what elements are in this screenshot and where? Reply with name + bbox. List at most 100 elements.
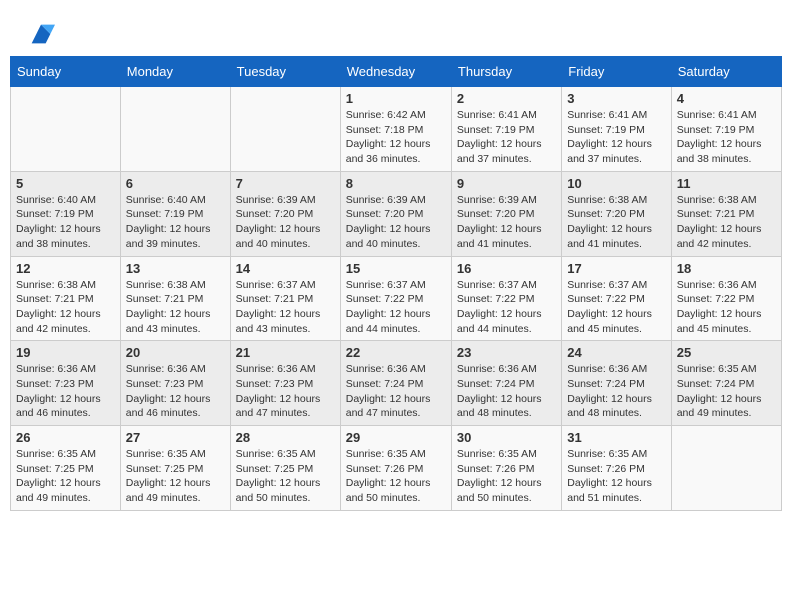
day-info: Sunrise: 6:41 AM Sunset: 7:19 PM Dayligh…: [677, 108, 776, 167]
calendar-cell: 27 Sunrise: 6:35 AM Sunset: 7:25 PM Dayli…: [120, 426, 230, 511]
calendar-cell: 23Sunrise: 6:36 AM Sunset: 7:24 PM Dayli…: [451, 341, 561, 426]
day-info: Sunrise: 6:36 AM Sunset: 7:24 PM Dayligh…: [346, 362, 446, 421]
calendar-week-row: 19Sunrise: 6:36 AM Sunset: 7:23 PM Dayli…: [11, 341, 782, 426]
calendar-cell: 8Sunrise: 6:39 AM Sunset: 7:20 PM Daylig…: [340, 171, 451, 256]
calendar-cell: 15 Sunrise: 6:37 AM Sunset: 7:22 PM Dayli…: [340, 256, 451, 341]
header-cell-thursday: Thursday: [451, 57, 561, 87]
header-cell-monday: Monday: [120, 57, 230, 87]
day-info: Sunrise: 6:40 AM Sunset: 7:19 PM Dayligh…: [126, 193, 225, 252]
day-number: 25: [677, 345, 776, 360]
calendar-cell: 3 Sunrise: 6:41 AM Sunset: 7:19 PM Daylig…: [562, 87, 671, 172]
calendar-cell: 19Sunrise: 6:36 AM Sunset: 7:23 PM Dayli…: [11, 341, 121, 426]
day-info: Sunrise: 6:37 AM Sunset: 7:22 PM Dayligh…: [346, 278, 446, 337]
day-number: 6: [126, 176, 225, 191]
day-number: 11: [677, 176, 776, 191]
calendar-cell: 6 Sunrise: 6:40 AM Sunset: 7:19 PM Daylig…: [120, 171, 230, 256]
day-number: 8: [346, 176, 446, 191]
calendar-cell: 30 Sunrise: 6:35 AM Sunset: 7:26 PM Dayli…: [451, 426, 561, 511]
day-number: 2: [457, 91, 556, 106]
day-info: Sunrise: 6:38 AM Sunset: 7:21 PM Dayligh…: [677, 193, 776, 252]
day-info: Sunrise: 6:36 AM Sunset: 7:23 PM Dayligh…: [236, 362, 335, 421]
calendar-table: SundayMondayTuesdayWednesdayThursdayFrid…: [10, 56, 782, 511]
header-cell-saturday: Saturday: [671, 57, 781, 87]
calendar-cell: 1 Sunrise: 6:42 AM Sunset: 7:18 PM Daylig…: [340, 87, 451, 172]
day-number: 24: [567, 345, 665, 360]
day-info: Sunrise: 6:37 AM Sunset: 7:22 PM Dayligh…: [567, 278, 665, 337]
day-info: Sunrise: 6:35 AM Sunset: 7:25 PM Dayligh…: [126, 447, 225, 506]
calendar-week-row: 5 Sunrise: 6:40 AM Sunset: 7:19 PM Daylig…: [11, 171, 782, 256]
day-number: 10: [567, 176, 665, 191]
day-info: Sunrise: 6:35 AM Sunset: 7:25 PM Dayligh…: [236, 447, 335, 506]
calendar-cell: 17 Sunrise: 6:37 AM Sunset: 7:22 PM Dayli…: [562, 256, 671, 341]
day-number: 5: [16, 176, 115, 191]
day-number: 30: [457, 430, 556, 445]
day-info: Sunrise: 6:41 AM Sunset: 7:19 PM Dayligh…: [457, 108, 556, 167]
day-info: Sunrise: 6:42 AM Sunset: 7:18 PM Dayligh…: [346, 108, 446, 167]
calendar-cell: 9 Sunrise: 6:39 AM Sunset: 7:20 PM Daylig…: [451, 171, 561, 256]
day-number: 14: [236, 261, 335, 276]
calendar-body: 1 Sunrise: 6:42 AM Sunset: 7:18 PM Daylig…: [11, 87, 782, 511]
day-info: Sunrise: 6:37 AM Sunset: 7:21 PM Dayligh…: [236, 278, 335, 337]
calendar-week-row: 1 Sunrise: 6:42 AM Sunset: 7:18 PM Daylig…: [11, 87, 782, 172]
day-number: 27: [126, 430, 225, 445]
day-info: Sunrise: 6:35 AM Sunset: 7:25 PM Dayligh…: [16, 447, 115, 506]
day-number: 1: [346, 91, 446, 106]
calendar-cell: [671, 426, 781, 511]
calendar-cell: 2 Sunrise: 6:41 AM Sunset: 7:19 PM Daylig…: [451, 87, 561, 172]
day-number: 29: [346, 430, 446, 445]
day-number: 18: [677, 261, 776, 276]
day-number: 13: [126, 261, 225, 276]
calendar-cell: 18 Sunrise: 6:36 AM Sunset: 7:22 PM Dayli…: [671, 256, 781, 341]
calendar-cell: [120, 87, 230, 172]
day-number: 31: [567, 430, 665, 445]
day-info: Sunrise: 6:41 AM Sunset: 7:19 PM Dayligh…: [567, 108, 665, 167]
calendar-cell: 28Sunrise: 6:35 AM Sunset: 7:25 PM Dayli…: [230, 426, 340, 511]
header-cell-wednesday: Wednesday: [340, 57, 451, 87]
day-info: Sunrise: 6:38 AM Sunset: 7:20 PM Dayligh…: [567, 193, 665, 252]
day-number: 4: [677, 91, 776, 106]
header-row: SundayMondayTuesdayWednesdayThursdayFrid…: [11, 57, 782, 87]
day-number: 22: [346, 345, 446, 360]
calendar-cell: [11, 87, 121, 172]
day-info: Sunrise: 6:39 AM Sunset: 7:20 PM Dayligh…: [236, 193, 335, 252]
calendar-cell: 20Sunrise: 6:36 AM Sunset: 7:23 PM Dayli…: [120, 341, 230, 426]
calendar-cell: 14 Sunrise: 6:37 AM Sunset: 7:21 PM Dayli…: [230, 256, 340, 341]
calendar-cell: 7Sunrise: 6:39 AM Sunset: 7:20 PM Daylig…: [230, 171, 340, 256]
day-info: Sunrise: 6:36 AM Sunset: 7:24 PM Dayligh…: [567, 362, 665, 421]
day-info: Sunrise: 6:38 AM Sunset: 7:21 PM Dayligh…: [16, 278, 115, 337]
header-cell-sunday: Sunday: [11, 57, 121, 87]
logo-icon: [27, 20, 55, 48]
header-cell-tuesday: Tuesday: [230, 57, 340, 87]
day-number: 16: [457, 261, 556, 276]
day-number: 26: [16, 430, 115, 445]
calendar-cell: 12Sunrise: 6:38 AM Sunset: 7:21 PM Dayli…: [11, 256, 121, 341]
calendar-cell: 25 Sunrise: 6:35 AM Sunset: 7:24 PM Dayli…: [671, 341, 781, 426]
calendar-cell: 24 Sunrise: 6:36 AM Sunset: 7:24 PM Dayli…: [562, 341, 671, 426]
day-info: Sunrise: 6:36 AM Sunset: 7:22 PM Dayligh…: [677, 278, 776, 337]
day-number: 21: [236, 345, 335, 360]
calendar-cell: 22 Sunrise: 6:36 AM Sunset: 7:24 PM Dayli…: [340, 341, 451, 426]
day-number: 15: [346, 261, 446, 276]
calendar-week-row: 12Sunrise: 6:38 AM Sunset: 7:21 PM Dayli…: [11, 256, 782, 341]
day-info: Sunrise: 6:35 AM Sunset: 7:26 PM Dayligh…: [567, 447, 665, 506]
calendar-header: SundayMondayTuesdayWednesdayThursdayFrid…: [11, 57, 782, 87]
day-number: 20: [126, 345, 225, 360]
calendar-cell: 21 Sunrise: 6:36 AM Sunset: 7:23 PM Dayli…: [230, 341, 340, 426]
day-info: Sunrise: 6:36 AM Sunset: 7:24 PM Dayligh…: [457, 362, 556, 421]
day-number: 17: [567, 261, 665, 276]
day-info: Sunrise: 6:40 AM Sunset: 7:19 PM Dayligh…: [16, 193, 115, 252]
day-info: Sunrise: 6:36 AM Sunset: 7:23 PM Dayligh…: [16, 362, 115, 421]
header-cell-friday: Friday: [562, 57, 671, 87]
calendar-cell: 31 Sunrise: 6:35 AM Sunset: 7:26 PM Dayli…: [562, 426, 671, 511]
day-info: Sunrise: 6:35 AM Sunset: 7:26 PM Dayligh…: [457, 447, 556, 506]
calendar-cell: [230, 87, 340, 172]
day-info: Sunrise: 6:35 AM Sunset: 7:24 PM Dayligh…: [677, 362, 776, 421]
day-info: Sunrise: 6:39 AM Sunset: 7:20 PM Dayligh…: [457, 193, 556, 252]
page-header: [10, 10, 782, 56]
day-number: 3: [567, 91, 665, 106]
day-number: 9: [457, 176, 556, 191]
calendar-cell: 11 Sunrise: 6:38 AM Sunset: 7:21 PM Dayli…: [671, 171, 781, 256]
calendar-cell: 5 Sunrise: 6:40 AM Sunset: 7:19 PM Daylig…: [11, 171, 121, 256]
calendar-cell: 10 Sunrise: 6:38 AM Sunset: 7:20 PM Dayli…: [562, 171, 671, 256]
logo: [25, 20, 55, 48]
